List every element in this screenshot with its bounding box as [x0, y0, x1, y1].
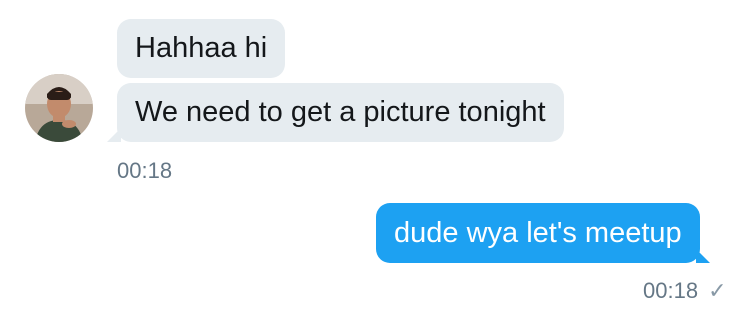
bubble-tail: [695, 249, 710, 263]
received-message-bubble[interactable]: Hahhaa hi: [117, 19, 286, 78]
received-message-bubble[interactable]: We need to get a picture tonight: [107, 83, 564, 142]
sent-message-bubble[interactable]: dude wya let's meetup: [376, 203, 710, 263]
message-text: We need to get a picture tonight: [135, 96, 546, 128]
bubble-tail: [107, 128, 121, 142]
message-timestamp: 00:18: [117, 158, 173, 183]
sent-status-row: 00:18 ✓: [643, 280, 727, 302]
checkmark-icon: ✓: [708, 278, 727, 303]
user-avatar-icon[interactable]: [25, 74, 93, 142]
message-timestamp: 00:18: [643, 278, 699, 303]
message-text: dude wya let's meetup: [394, 216, 682, 249]
message-text: Hahhaa hi: [135, 32, 268, 64]
